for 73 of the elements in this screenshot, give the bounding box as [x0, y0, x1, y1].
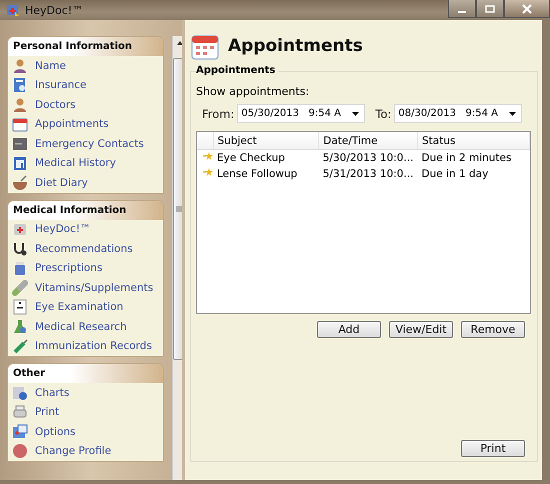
- sidebar-link[interactable]: Change Profile: [35, 445, 112, 458]
- date-picker[interactable]: 08/30/2013 9:54 A: [394, 104, 522, 123]
- table-cell: Due in 2 minutes: [418, 150, 530, 166]
- sidebar-link[interactable]: Doctors: [35, 98, 76, 111]
- table-cell: Eye Checkup: [213, 150, 319, 166]
- sidebar-link[interactable]: Medical Research: [35, 320, 127, 333]
- sidebar-link[interactable]: Diet Diary: [35, 176, 88, 189]
- syringe-icon: [12, 338, 28, 354]
- to-label: To:: [375, 106, 392, 120]
- sidebar-link[interactable]: Appointments: [35, 118, 109, 130]
- bowl-icon: [12, 174, 28, 191]
- stethoscope-icon: [12, 240, 28, 257]
- sidebar-link[interactable]: Charts: [35, 386, 70, 399]
- section-heading: Medical Information: [8, 200, 163, 220]
- sidebar-link[interactable]: Emergency Contacts: [35, 138, 144, 150]
- group-title: Appointments: [196, 65, 278, 76]
- printer-icon: [12, 404, 28, 420]
- section-heading: Other: [8, 364, 163, 383]
- minimize-button[interactable]: [448, 0, 476, 18]
- close-icon: [522, 4, 532, 14]
- sidebar-link[interactable]: HeyDoc!™: [35, 223, 91, 236]
- scroll-up-icon[interactable]: [176, 40, 182, 46]
- sidebar-link[interactable]: Recommendations: [35, 242, 133, 255]
- minimize-icon: [458, 10, 466, 12]
- date-picker[interactable]: 05/30/2013 9:54 A: [237, 104, 366, 123]
- app-icon: [6, 3, 20, 17]
- person-icon: [12, 96, 28, 113]
- flask-icon: [12, 318, 28, 335]
- from-label: From:: [202, 106, 234, 120]
- chart-icon: [12, 384, 28, 401]
- table-cell: 5/30/2013 10:0...: [318, 150, 418, 166]
- sidebar-link[interactable]: Medical History: [35, 157, 116, 170]
- caret-icon: [509, 112, 516, 116]
- sidebar-link[interactable]: Prescriptions: [35, 262, 102, 274]
- medical-kit-icon: [12, 221, 28, 238]
- star-icon: [203, 152, 213, 161]
- column-header[interactable]: Status: [418, 132, 530, 150]
- card-icon: [12, 136, 28, 152]
- table-cell-text: Due in 1 day: [420, 167, 490, 182]
- page-title: Appointments: [228, 36, 363, 56]
- sidebar-link[interactable]: Options: [35, 426, 76, 438]
- eye-chart-icon: [12, 299, 28, 316]
- close-button[interactable]: [504, 0, 550, 18]
- grip-icon: [176, 206, 182, 212]
- column-header[interactable]: Subject: [213, 132, 319, 150]
- maximize-button[interactable]: [476, 0, 504, 18]
- sidebar-link[interactable]: Eye Examination: [35, 301, 124, 314]
- document-icon: [12, 77, 28, 94]
- caret-icon: [352, 112, 360, 116]
- person-icon: [12, 58, 28, 74]
- sidebar-link[interactable]: Print: [35, 406, 60, 418]
- scrollbar[interactable]: [172, 36, 182, 480]
- maximize-icon: [485, 4, 495, 12]
- capsule-icon: [12, 280, 28, 296]
- table-cell-text: 5/31/2013 10:0...: [322, 167, 415, 182]
- action-button[interactable]: View/Edit: [389, 321, 453, 338]
- table-cell: Lense Followup: [213, 166, 319, 182]
- sidebar-link[interactable]: Immunization Records: [35, 340, 152, 352]
- clipboard-icon: [12, 155, 28, 172]
- sidebar-link[interactable]: Name: [35, 60, 66, 72]
- action-button[interactable]: Remove: [461, 321, 525, 338]
- window-icon: [12, 424, 28, 440]
- window-title: HeyDoc!™: [25, 4, 84, 16]
- action-button[interactable]: Add: [317, 321, 381, 338]
- sidebar-link[interactable]: Insurance: [35, 79, 87, 92]
- column-header[interactable]: Date/Time: [318, 132, 418, 150]
- print-button[interactable]: Print: [461, 440, 525, 457]
- section-heading: Personal Information: [8, 37, 163, 56]
- sidebar-link[interactable]: Vitamins/Supplements: [35, 282, 154, 294]
- filter-label: Show appointments:: [196, 85, 310, 98]
- pill-bottle-icon: [12, 260, 28, 276]
- star-icon: [203, 168, 213, 177]
- calendar-icon: [12, 116, 28, 132]
